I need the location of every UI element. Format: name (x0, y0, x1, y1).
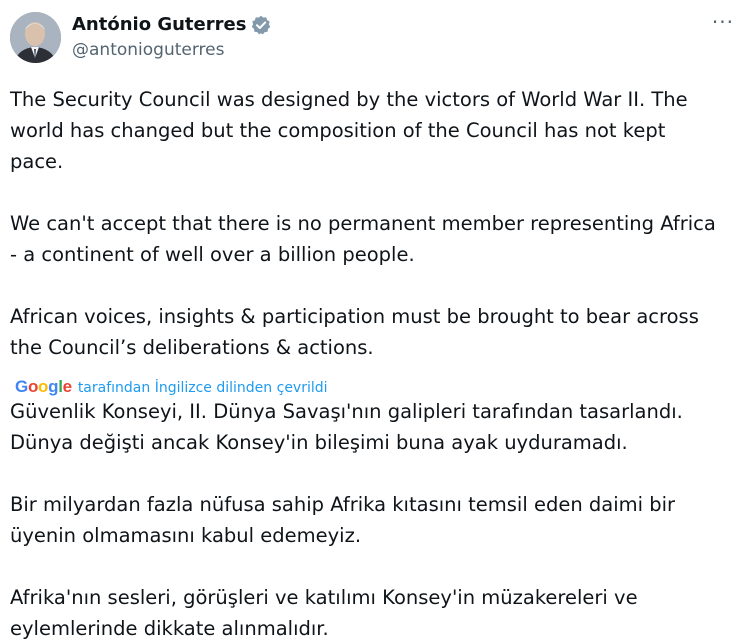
avatar-portrait-icon (10, 12, 61, 63)
tweet: António Guterres @antonioguterres ··· Th… (0, 0, 750, 640)
translation-attribution: Google tarafından İngilizce dilinden çev… (10, 371, 735, 396)
author-names: António Guterres @antonioguterres (72, 14, 271, 61)
tweet-body: The Security Council was designed by the… (10, 84, 735, 644)
more-options-icon[interactable]: ··· (712, 10, 734, 34)
display-name[interactable]: António Guterres (72, 14, 246, 36)
avatar[interactable] (10, 12, 61, 63)
translated-paragraph-1: Güvenlik Konseyi, II. Dünya Savaşı'nın g… (10, 400, 683, 454)
name-row: António Guterres (72, 14, 271, 36)
tweet-header: António Guterres @antonioguterres (10, 12, 271, 63)
translated-paragraph-2: Bir milyardan fazla nüfusa sahip Afrika … (10, 493, 676, 547)
original-paragraph-3: African voices, insights & participation… (10, 305, 699, 359)
translated-paragraph-3: Afrika'nın sesleri, görüşleri ve katılım… (10, 586, 638, 640)
author-handle[interactable]: @antonioguterres (72, 39, 271, 61)
original-paragraph-1: The Security Council was designed by the… (10, 88, 688, 173)
original-paragraph-2: We can't accept that there is no permane… (10, 212, 716, 266)
verified-badge-icon[interactable] (251, 15, 271, 35)
